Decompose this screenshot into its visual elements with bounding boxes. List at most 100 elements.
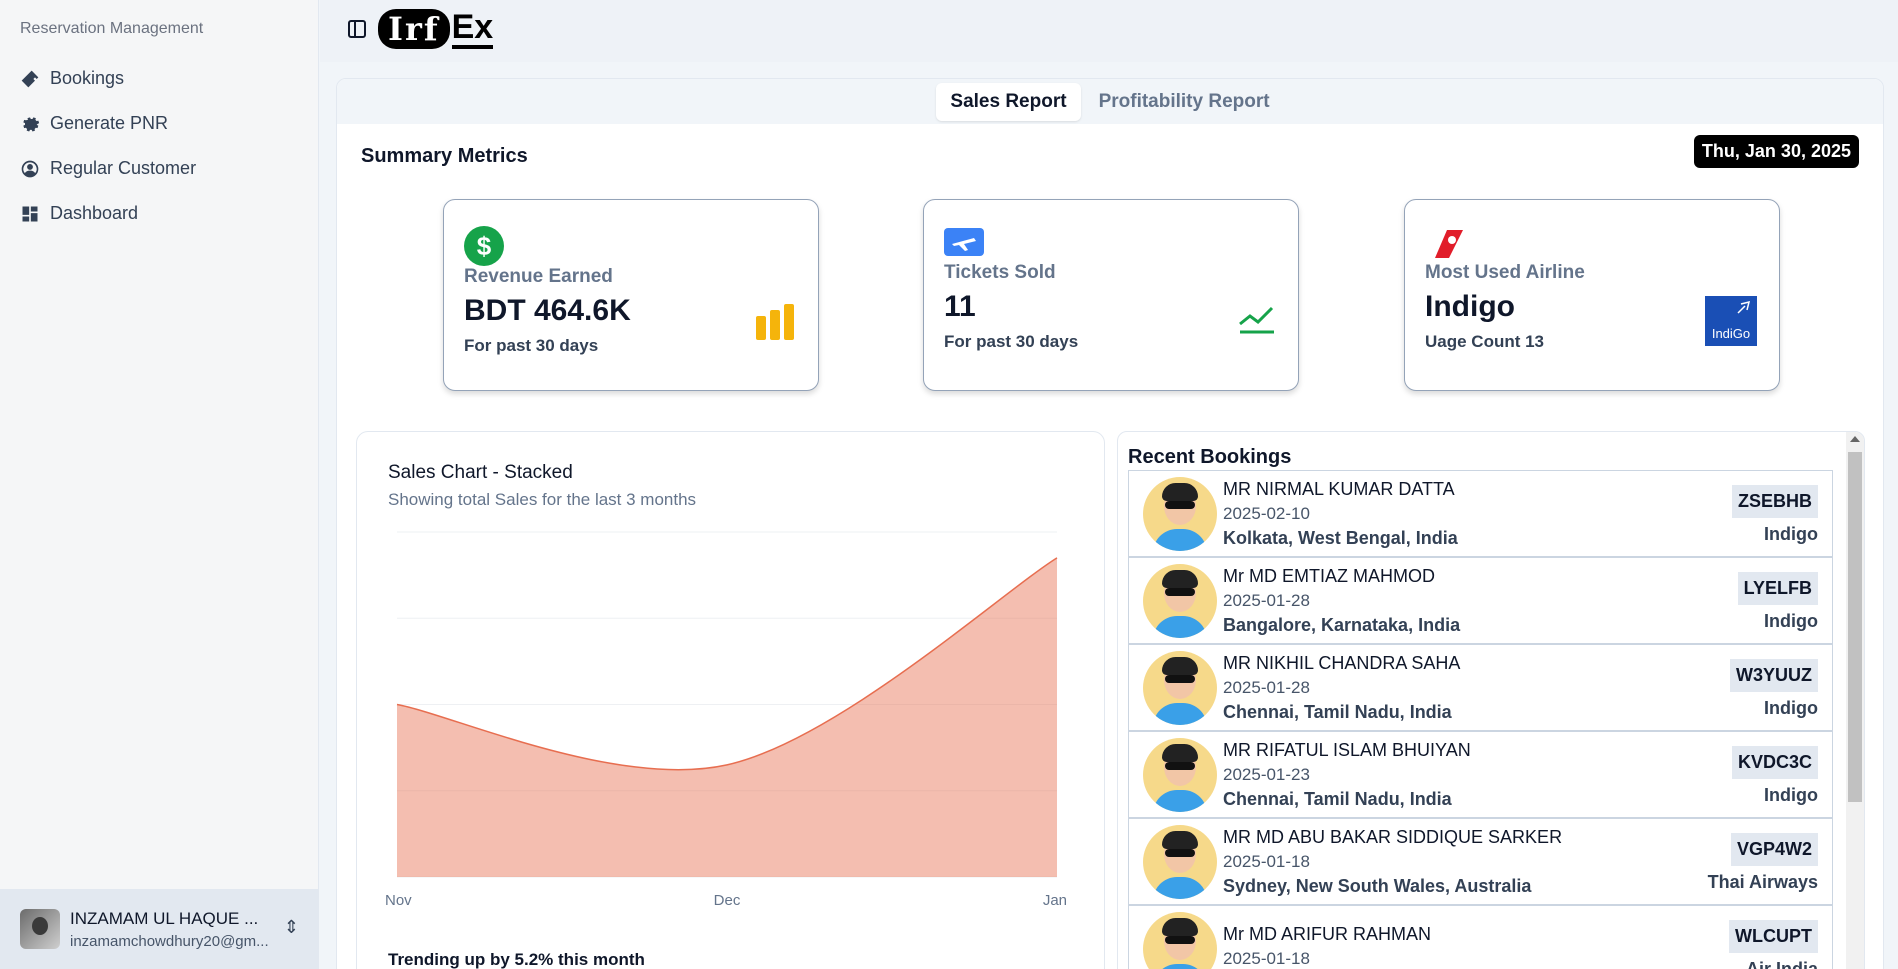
sidebar-item-label: Regular Customer	[50, 158, 197, 178]
sidebar-group-label: Reservation Management	[20, 20, 204, 37]
pnr-badge: VGP4W2	[1730, 833, 1818, 866]
card-value: BDT 464.6K	[464, 294, 631, 327]
customer-avatar	[1143, 563, 1217, 638]
customer-avatar	[1143, 737, 1217, 812]
gear-icon	[23, 116, 40, 131]
booking-date: 2025-01-23	[1223, 764, 1310, 784]
card-label: Revenue Earned	[464, 266, 613, 287]
card-sub: For past 30 days	[944, 332, 1079, 351]
airline-card: Most Used Airline Indigo Uage Count 13 I…	[1404, 199, 1780, 391]
app-logo: Irf Ex	[378, 6, 494, 52]
booking-airline: Indigo	[1764, 785, 1818, 805]
pnr-badge: LYELFB	[1737, 572, 1818, 605]
customer-avatar	[1143, 476, 1217, 551]
chart-footer: Trending up by 5.2% this month	[388, 950, 645, 969]
ticket-icon	[21, 70, 39, 87]
user-menu[interactable]: INZAMAM UL HAQUE ... inzamamchowdhury20@…	[0, 889, 319, 969]
x-tick-label: Nov	[385, 892, 412, 909]
airline-tail-icon	[1425, 226, 1759, 266]
booking-date: 2025-01-18	[1223, 851, 1310, 871]
customer-name: MR RIFATUL ISLAM BHUIYAN	[1223, 739, 1471, 760]
user-email: inzamamchowdhury20@gm...	[70, 932, 269, 950]
logo-mark: Irf	[378, 9, 450, 49]
booking-location: Bangalore, Karnataka, India	[1223, 614, 1461, 635]
sidebar-item-generate-pnr[interactable]: Generate PNR	[20, 101, 300, 146]
booking-date: 2025-02-10	[1223, 503, 1310, 523]
booking-row[interactable]: Mr MD EMTIAZ MAHMOD 2025-01-28 Bangalore, …	[1128, 557, 1833, 644]
customer-name: MR MD ABU BAKAR SIDDIQUE SARKER	[1223, 826, 1563, 847]
booking-list: MR NIRMAL KUMAR DATTA 2025-02-10 Kolkata, …	[1128, 470, 1833, 969]
tab-profitability-report[interactable]: Profitability Report	[1085, 83, 1284, 121]
sidebar-toggle-icon[interactable]	[348, 20, 366, 38]
customer-avatar	[1143, 911, 1217, 969]
date-badge: Thu, Jan 30, 2025	[1693, 135, 1859, 168]
indigo-logo: IndiGo	[1705, 296, 1757, 351]
report-tabs: Sales Report Profitability Report	[337, 79, 1883, 124]
pnr-badge: W3YUUZ	[1730, 659, 1818, 692]
trend-up-icon	[1238, 304, 1276, 339]
card-value: 11	[944, 290, 976, 323]
tickets-card: Tickets Sold 11 For past 30 days	[923, 199, 1299, 391]
pnr-badge: ZSEBHB	[1731, 485, 1818, 518]
scrollbar-thumb[interactable]	[1848, 452, 1862, 802]
booking-airline: Indigo	[1764, 698, 1818, 718]
revenue-card: $ Revenue Earned BDT 464.6K For past 30 …	[443, 199, 819, 391]
pnr-badge: WLCUPT	[1729, 920, 1818, 953]
sidebar-item-bookings[interactable]: Bookings	[20, 56, 300, 101]
scrollbar[interactable]	[1846, 432, 1864, 969]
card-label: Tickets Sold	[944, 262, 1056, 283]
booking-airline: Indigo	[1764, 611, 1818, 631]
logo-tail: Ex	[451, 9, 494, 49]
booking-row[interactable]: MR NIRMAL KUMAR DATTA 2025-02-10 Kolkata, …	[1128, 470, 1833, 557]
booking-date: 2025-01-28	[1223, 677, 1310, 697]
chart-subtitle: Showing total Sales for the last 3 month…	[388, 490, 697, 509]
x-tick-label: Dec	[714, 892, 741, 909]
pnr-badge: KVDC3C	[1731, 746, 1818, 779]
summary-title: Summary Metrics	[361, 145, 528, 167]
booking-location: Chennai, Tamil Nadu, India	[1223, 788, 1452, 809]
sales-chart-card: Sales Chart - Stacked Showing total Sale…	[356, 431, 1105, 969]
chevron-up-down-icon: ⇕	[283, 917, 299, 937]
booking-row[interactable]: MR RIFATUL ISLAM BHUIYAN 2025-01-23 Chenna…	[1128, 731, 1833, 818]
sidebar-item-label: Bookings	[50, 68, 125, 88]
customer-name: MR NIRMAL KUMAR DATTA	[1223, 478, 1455, 499]
sidebar-item-label: Generate PNR	[50, 113, 169, 133]
booking-location: Sydney, New South Wales, Australia	[1223, 875, 1532, 896]
scroll-up-icon[interactable]	[1850, 436, 1860, 442]
booking-row[interactable]: Mr MD ARIFUR RAHMAN 2025-01-18 WLCUPT Air I…	[1128, 905, 1833, 969]
booking-airline: Air India	[1745, 959, 1818, 969]
booking-row[interactable]: MR MD ABU BAKAR SIDDIQUE SARKER 2025-01-1…	[1128, 818, 1833, 905]
sidebar-item-dashboard[interactable]: Dashboard	[20, 191, 300, 236]
recent-bookings: Recent Bookings MR NIRMAL KUMAR DATTA 202…	[1117, 431, 1865, 969]
sales-area-chart: Nov Dec Jan	[385, 531, 1067, 909]
customer-avatar	[1143, 824, 1217, 899]
main-panel: Sales Report Profitability Report Summar…	[336, 78, 1884, 969]
svg-text:$: $	[477, 231, 492, 261]
avatar	[20, 909, 60, 949]
booking-airline: Thai Airways	[1707, 872, 1818, 892]
user-circle-icon	[21, 160, 39, 177]
booking-date: 2025-01-28	[1223, 590, 1310, 610]
dashboard-icon	[22, 206, 38, 221]
card-label: Most Used Airline	[1425, 262, 1585, 283]
customer-name: MR NIKHIL CHANDRA SAHA	[1223, 652, 1461, 673]
booking-location: Chennai, Tamil Nadu, India	[1223, 701, 1452, 722]
sidebar-item-regular-customer[interactable]: Regular Customer	[20, 146, 300, 191]
customer-avatar	[1143, 650, 1217, 725]
tab-sales-report[interactable]: Sales Report	[936, 82, 1081, 121]
booking-airline: Indigo	[1764, 524, 1818, 544]
indigo-logo-text: IndiGo	[1712, 326, 1750, 341]
user-name: INZAMAM UL HAQUE ...	[70, 908, 259, 928]
customer-name: Mr MD ARIFUR RAHMAN	[1223, 924, 1431, 944]
topbar: Irf Ex	[320, 0, 1898, 62]
booking-location: Kolkata, West Bengal, India	[1223, 527, 1458, 548]
x-tick-label: Jan	[1043, 892, 1067, 909]
sidebar-nav: Bookings Generate PNR Regular Customer D…	[20, 56, 300, 236]
customer-name: Mr MD EMTIAZ MAHMOD	[1223, 565, 1435, 586]
booking-row[interactable]: MR NIKHIL CHANDRA SAHA 2025-01-28 Chennai,…	[1128, 644, 1833, 731]
sidebar-item-label: Dashboard	[50, 203, 139, 223]
sales-area	[397, 557, 1057, 877]
recent-bookings-title: Recent Bookings	[1128, 446, 1292, 468]
sidebar: Reservation Management Bookings Generate…	[0, 0, 319, 969]
booking-date: 2025-01-18	[1223, 949, 1310, 968]
